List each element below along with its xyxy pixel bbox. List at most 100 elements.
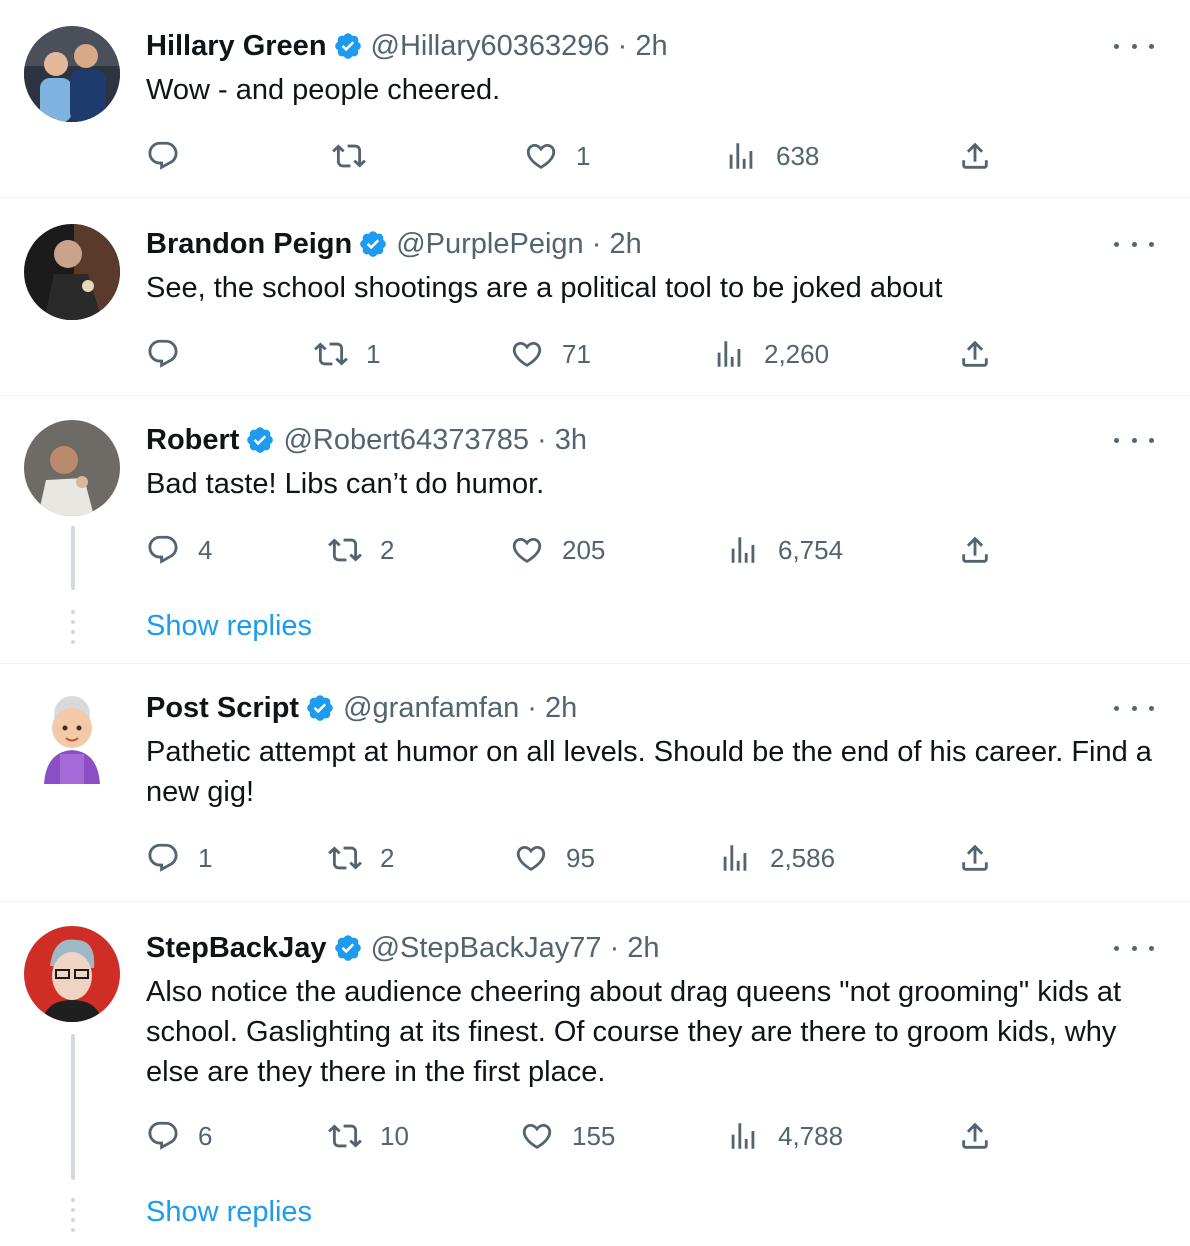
action-bar: 6 10 155 4,788 bbox=[146, 1118, 1026, 1154]
tweet-text: Wow - and people cheered. bbox=[146, 74, 501, 106]
retweet-button[interactable]: 2 bbox=[328, 840, 394, 876]
reply-icon bbox=[146, 841, 180, 875]
thread-dots bbox=[71, 610, 75, 650]
retweet-icon bbox=[328, 533, 362, 567]
retweet-button[interactable]: 10 bbox=[328, 1118, 409, 1154]
tweet-header: Brandon Peign @PurplePeign · 2h bbox=[146, 226, 642, 262]
retweet-button[interactable]: 2 bbox=[328, 532, 394, 568]
share-icon bbox=[958, 139, 992, 173]
thread-line bbox=[71, 526, 75, 590]
tweet[interactable]: Brandon Peign @PurplePeign · 2h See, the… bbox=[0, 198, 1190, 396]
share-button[interactable] bbox=[958, 138, 992, 174]
verified-badge-icon bbox=[333, 933, 363, 963]
action-bar: 1 2 95 2,586 bbox=[146, 840, 1026, 876]
avatar[interactable] bbox=[24, 926, 120, 1022]
tweet-text: Bad taste! Libs can’t do humor. bbox=[146, 468, 545, 500]
more-icon[interactable] bbox=[1114, 234, 1154, 254]
avatar[interactable] bbox=[24, 688, 120, 784]
like-count: 71 bbox=[562, 338, 591, 369]
tweet[interactable]: Robert @Robert64373785 · 3h Bad taste! L… bbox=[0, 396, 1190, 664]
tweet[interactable]: Post Script @granfamfan · 2h Pathetic at… bbox=[0, 664, 1190, 902]
avatar[interactable] bbox=[24, 26, 120, 122]
like-button[interactable]: 205 bbox=[510, 532, 605, 568]
like-count: 155 bbox=[572, 1120, 616, 1151]
display-name[interactable]: Brandon Peign bbox=[146, 226, 352, 262]
reply-icon bbox=[146, 337, 180, 371]
view-count: 6,754 bbox=[778, 534, 844, 565]
tweet-text: See, the school shootings are a politica… bbox=[146, 272, 943, 304]
action-bar: 1 71 2,260 bbox=[146, 336, 1026, 372]
views-button[interactable]: 4,788 bbox=[726, 1118, 843, 1154]
more-icon[interactable] bbox=[1114, 698, 1154, 718]
view-count: 4,788 bbox=[778, 1120, 844, 1151]
retweet-count: 10 bbox=[380, 1120, 409, 1151]
more-icon[interactable] bbox=[1114, 938, 1154, 958]
display-name[interactable]: Post Script bbox=[146, 690, 299, 726]
handle-and-time[interactable]: @PurplePeign · 2h bbox=[396, 226, 641, 262]
more-icon[interactable] bbox=[1114, 36, 1154, 56]
views-button[interactable]: 2,586 bbox=[718, 840, 835, 876]
handle-and-time[interactable]: @granfamfan · 2h bbox=[343, 690, 577, 726]
reply-count: 6 bbox=[198, 1120, 213, 1151]
like-button[interactable]: 1 bbox=[524, 138, 590, 174]
reply-button[interactable] bbox=[146, 138, 198, 174]
share-button[interactable] bbox=[958, 1118, 992, 1154]
retweet-button[interactable] bbox=[332, 138, 384, 174]
share-icon bbox=[958, 533, 992, 567]
heart-icon bbox=[524, 139, 558, 173]
like-count: 95 bbox=[566, 842, 595, 873]
share-button[interactable] bbox=[958, 336, 992, 372]
reply-button[interactable] bbox=[146, 336, 198, 372]
show-replies-link[interactable]: Show replies bbox=[146, 608, 312, 644]
tweet[interactable]: StepBackJay @StepBackJay77 · 2h Also not… bbox=[0, 902, 1190, 1246]
tweet[interactable]: Hillary Green @Hillary60363296 · 2h Wow … bbox=[0, 0, 1190, 198]
heart-icon bbox=[510, 337, 544, 371]
like-count: 1 bbox=[576, 140, 591, 171]
share-button[interactable] bbox=[958, 532, 992, 568]
tweet-header: Post Script @granfamfan · 2h bbox=[146, 690, 577, 726]
reply-button[interactable]: 6 bbox=[146, 1118, 212, 1154]
handle-and-time[interactable]: @Hillary60363296 · 2h bbox=[371, 28, 668, 64]
heart-icon bbox=[520, 1119, 554, 1153]
display-name[interactable]: StepBackJay bbox=[146, 930, 327, 966]
retweet-icon bbox=[332, 139, 366, 173]
like-button[interactable]: 95 bbox=[514, 840, 595, 876]
views-button[interactable]: 2,260 bbox=[712, 336, 829, 372]
views-icon bbox=[712, 337, 746, 371]
retweet-count: 2 bbox=[380, 534, 395, 565]
views-icon bbox=[726, 1119, 760, 1153]
reply-button[interactable]: 1 bbox=[146, 840, 212, 876]
share-button[interactable] bbox=[958, 840, 992, 876]
tweet-text: Pathetic attempt at humor on all levels.… bbox=[146, 736, 1152, 808]
reply-button[interactable]: 4 bbox=[146, 532, 212, 568]
heart-icon bbox=[514, 841, 548, 875]
more-icon[interactable] bbox=[1114, 430, 1154, 450]
views-button[interactable]: 6,754 bbox=[726, 532, 843, 568]
reply-count: 1 bbox=[198, 842, 213, 873]
action-bar: 1 638 bbox=[146, 138, 1026, 174]
tweet-header: StepBackJay @StepBackJay77 · 2h bbox=[146, 930, 660, 966]
tweet-header: Robert @Robert64373785 · 3h bbox=[146, 422, 587, 458]
retweet-icon bbox=[328, 841, 362, 875]
like-button[interactable]: 155 bbox=[520, 1118, 615, 1154]
views-icon bbox=[726, 533, 760, 567]
retweet-button[interactable]: 1 bbox=[314, 336, 380, 372]
avatar[interactable] bbox=[24, 420, 120, 516]
handle-and-time[interactable]: @Robert64373785 · 3h bbox=[283, 422, 587, 458]
retweet-icon bbox=[328, 1119, 362, 1153]
tweet-header: Hillary Green @Hillary60363296 · 2h bbox=[146, 28, 668, 64]
view-count: 638 bbox=[776, 140, 820, 171]
display-name[interactable]: Hillary Green bbox=[146, 28, 327, 64]
action-bar: 4 2 205 6,754 bbox=[146, 532, 1026, 568]
handle-and-time[interactable]: @StepBackJay77 · 2h bbox=[371, 930, 660, 966]
views-button[interactable]: 638 bbox=[724, 138, 819, 174]
thread-line bbox=[71, 1034, 75, 1180]
heart-icon bbox=[510, 533, 544, 567]
verified-badge-icon bbox=[305, 693, 335, 723]
view-count: 2,586 bbox=[770, 842, 836, 873]
avatar[interactable] bbox=[24, 224, 120, 320]
display-name[interactable]: Robert bbox=[146, 422, 239, 458]
show-replies-link[interactable]: Show replies bbox=[146, 1194, 312, 1230]
like-button[interactable]: 71 bbox=[510, 336, 591, 372]
retweet-count: 2 bbox=[380, 842, 395, 873]
